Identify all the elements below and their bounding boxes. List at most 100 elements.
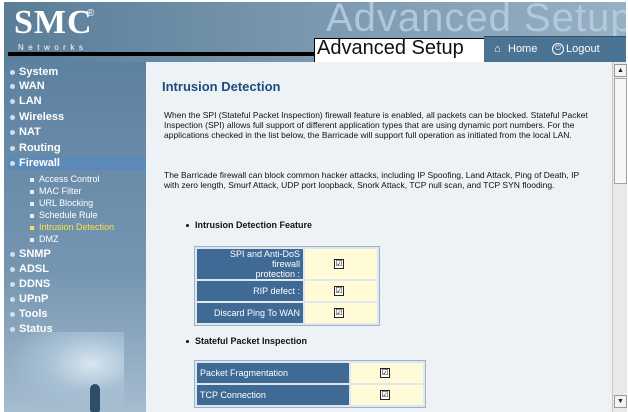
feature-label-line1: SPI and Anti-DoS firewall bbox=[229, 249, 300, 269]
subitem-url-blocking[interactable]: URL Blocking bbox=[30, 198, 93, 209]
bullet-icon bbox=[10, 83, 15, 89]
sidebar-item-label: SNMP bbox=[19, 248, 51, 260]
section-heading-label: Intrusion Detection Feature bbox=[195, 220, 313, 230]
sidebar-item-label: WAN bbox=[19, 80, 45, 92]
bullet-icon bbox=[10, 266, 15, 272]
page-heading: Advanced Setup bbox=[317, 37, 464, 59]
sidebar-item-label: ADSL bbox=[19, 263, 49, 275]
scrollbar-thumb[interactable] bbox=[614, 78, 627, 184]
home-icon[interactable]: ⌂ bbox=[494, 43, 506, 55]
scroll-up-arrow-icon[interactable]: ▲ bbox=[614, 64, 627, 77]
main-content: Intrusion Detection When the SPI (Statef… bbox=[146, 62, 612, 412]
bullet-icon bbox=[186, 340, 189, 344]
subitem-dmz[interactable]: DMZ bbox=[30, 234, 59, 245]
table-row: RIP defect : ☑ bbox=[197, 281, 377, 301]
table-row: Packet Fragmentation ☑ bbox=[197, 363, 423, 383]
spi-label-fragmentation: Packet Fragmentation bbox=[197, 363, 349, 383]
header-bar: Advanced Setup ⌂ Home ⏻ Logout bbox=[8, 36, 626, 62]
sidebar-item-upnp[interactable]: UPnP bbox=[10, 293, 48, 306]
feature-label-rip: RIP defect : bbox=[197, 281, 303, 301]
scroll-down-arrow-icon[interactable]: ▼ bbox=[614, 395, 627, 408]
checkbox-cell: ☑ bbox=[305, 303, 377, 323]
bullet-icon bbox=[10, 326, 15, 332]
subitem-label: Schedule Rule bbox=[39, 210, 98, 220]
subitem-label: Access Control bbox=[39, 174, 100, 184]
sidebar-item-nat[interactable]: NAT bbox=[10, 126, 41, 139]
page-title: Intrusion Detection bbox=[162, 79, 281, 94]
subitem-label: MAC Filter bbox=[39, 186, 82, 196]
sidebar-item-adsl[interactable]: ADSL bbox=[10, 263, 49, 276]
bullet-icon bbox=[10, 281, 15, 287]
section-heading-intrusion: Intrusion Detection Feature bbox=[186, 220, 312, 230]
bullet-icon bbox=[10, 311, 15, 317]
table-row: Discard Ping To WAN ☑ bbox=[197, 303, 377, 323]
sidebar-item-label: NAT bbox=[19, 126, 41, 138]
subitem-schedule-rule[interactable]: Schedule Rule bbox=[30, 210, 98, 221]
subitem-intrusion-detection[interactable]: Intrusion Detection bbox=[30, 222, 114, 233]
table-row: TCP Connection ☑ bbox=[197, 385, 423, 405]
checkbox-cell: ☑ bbox=[351, 363, 423, 383]
square-bullet-icon bbox=[30, 213, 34, 218]
feature-label-line2: protection : bbox=[255, 269, 300, 279]
subitem-access-control[interactable]: Access Control bbox=[30, 174, 100, 185]
bullet-icon bbox=[10, 129, 15, 135]
square-bullet-icon bbox=[30, 225, 34, 230]
vertical-scrollbar[interactable]: ▲ ▼ bbox=[612, 62, 627, 412]
spi-label-tcp: TCP Connection bbox=[197, 385, 349, 405]
discard-ping-checkbox[interactable]: ☑ bbox=[334, 308, 344, 319]
bullet-icon bbox=[10, 296, 15, 302]
sidebar-item-label: DDNS bbox=[19, 278, 51, 290]
bullet-icon bbox=[10, 114, 15, 120]
header-divider bbox=[8, 52, 314, 56]
square-bullet-icon bbox=[30, 189, 34, 194]
registered-mark: ® bbox=[87, 8, 95, 19]
intrusion-feature-table: SPI and Anti-DoS firewall protection : ☑ … bbox=[194, 246, 380, 326]
sidebar-item-lan[interactable]: LAN bbox=[10, 95, 42, 108]
spi-antidos-checkbox[interactable]: ☑ bbox=[334, 259, 344, 270]
checkbox-cell: ☑ bbox=[351, 385, 423, 405]
packet-fragmentation-checkbox[interactable]: ☑ bbox=[380, 368, 390, 379]
sidebar-item-system[interactable]: System bbox=[10, 66, 58, 79]
sidebar-item-label: LAN bbox=[19, 95, 42, 107]
sidebar-item-tools[interactable]: Tools bbox=[10, 308, 48, 321]
sidebar-item-ddns[interactable]: DDNS bbox=[10, 278, 50, 291]
tcp-connection-checkbox[interactable]: ☑ bbox=[380, 390, 390, 401]
bullet-icon bbox=[10, 160, 15, 166]
home-link[interactable]: Home bbox=[508, 43, 537, 55]
square-bullet-icon bbox=[30, 177, 34, 182]
subitem-label: Intrusion Detection bbox=[39, 222, 115, 232]
sidebar-item-label: Routing bbox=[19, 142, 61, 154]
bullet-icon bbox=[10, 69, 15, 75]
square-bullet-icon bbox=[30, 237, 34, 242]
header-nav: ⌂ Home ⏻ Logout bbox=[484, 36, 626, 62]
table-row: SPI and Anti-DoS firewall protection : ☑ bbox=[197, 249, 377, 279]
checkbox-cell: ☑ bbox=[305, 249, 377, 279]
sidebar-item-wan[interactable]: WAN bbox=[10, 80, 45, 93]
section-heading-spi: Stateful Packet Inspection bbox=[186, 336, 307, 346]
intro-paragraph: When the SPI (Stateful Packet Inspection… bbox=[164, 110, 588, 140]
sidebar-item-label: UPnP bbox=[19, 293, 49, 305]
sidebar-item-label: System bbox=[19, 66, 59, 78]
attacks-paragraph: The Barricade firewall can block common … bbox=[164, 170, 579, 190]
logout-icon[interactable]: ⏻ bbox=[552, 43, 564, 55]
section-heading-label: Stateful Packet Inspection bbox=[195, 336, 308, 346]
sidebar-item-label: Wireless bbox=[19, 111, 65, 123]
sidebar-item-routing[interactable]: Routing bbox=[10, 142, 61, 155]
checkbox-cell: ☑ bbox=[305, 281, 377, 301]
logout-link[interactable]: Logout bbox=[566, 43, 600, 55]
sidebar-item-snmp[interactable]: SNMP bbox=[10, 248, 51, 261]
person-silhouette-icon bbox=[90, 384, 100, 412]
sidebar-item-firewall[interactable]: Firewall bbox=[7, 157, 146, 170]
bullet-icon bbox=[10, 98, 15, 104]
sidebar-item-label: Firewall bbox=[19, 157, 60, 169]
square-bullet-icon bbox=[30, 201, 34, 206]
subitem-mac-filter[interactable]: MAC Filter bbox=[30, 186, 82, 197]
rip-defect-checkbox[interactable]: ☑ bbox=[334, 286, 344, 297]
feature-label-ping: Discard Ping To WAN bbox=[197, 303, 303, 323]
spi-table: Packet Fragmentation ☑ TCP Connection ☑ bbox=[194, 360, 426, 408]
subitem-label: URL Blocking bbox=[39, 198, 94, 208]
sidebar-item-wireless[interactable]: Wireless bbox=[10, 111, 64, 124]
subitem-label: DMZ bbox=[39, 234, 59, 244]
header-banner: SMC ® Networks Advanced Setup Advanced S… bbox=[4, 2, 626, 62]
bullet-icon bbox=[10, 145, 15, 151]
